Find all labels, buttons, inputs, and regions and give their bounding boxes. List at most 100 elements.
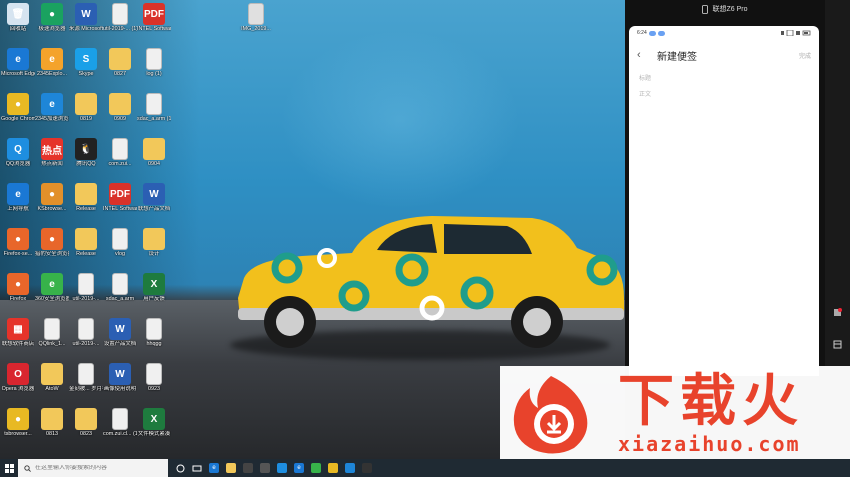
- file-icon: [112, 138, 128, 160]
- pdf-icon: PDF: [109, 183, 131, 205]
- desktop-icon[interactable]: 0909: [103, 93, 137, 122]
- desktop-icon[interactable]: 0813: [35, 408, 69, 437]
- desktop-icon[interactable]: S Skype: [69, 48, 103, 77]
- search-icon: [24, 464, 31, 472]
- desktop-icon-label: log (1): [146, 71, 162, 77]
- done-button[interactable]: 完成: [799, 51, 811, 60]
- notification-badge-icon[interactable]: [833, 308, 842, 317]
- desktop-icon[interactable]: com.zui...: [103, 138, 137, 167]
- status-icons: [781, 30, 811, 36]
- browser-icon: e: [41, 48, 63, 70]
- desktop-icon-label: tsbrowser...: [4, 431, 32, 437]
- desktop-icon-label: 联想产品文档: [137, 206, 171, 212]
- phone-screen[interactable]: 6:24 ‹ 新建便签 完成 标题 正文: [629, 26, 819, 376]
- news-icon: 热点: [41, 138, 63, 160]
- desktop-icon[interactable]: util-2019-...: [69, 273, 103, 302]
- chrome-taskbar-icon[interactable]: [328, 463, 338, 473]
- desktop-icon-label: vlog: [115, 251, 125, 257]
- desktop-icon-label: 文件模式紧凑: [137, 431, 171, 437]
- cortana-icon[interactable]: [176, 464, 185, 473]
- edge-icon: e: [7, 48, 29, 70]
- desktop-icon[interactable]: W 设置产品文档: [103, 318, 137, 347]
- desktop-icon[interactable]: 金刻被... 岁月神偷(3)...: [69, 363, 103, 392]
- mail-taskbar-icon[interactable]: [260, 463, 270, 473]
- desktop-icon[interactable]: 🐧 腾讯QQ: [69, 138, 103, 167]
- file-icon: [78, 318, 94, 340]
- desktop-icon[interactable]: e 上网导航: [1, 183, 35, 212]
- desktop-icon[interactable]: util-2019-...: [69, 318, 103, 347]
- desktop-icon[interactable]: AtoW: [35, 363, 69, 392]
- phone-status-bar: 6:24: [629, 26, 819, 40]
- desktop-icon[interactable]: 热点 热点新闻: [35, 138, 69, 167]
- desktop-icon[interactable]: e Microsoft Edge: [1, 48, 35, 77]
- desktop-icon-label: 0819: [80, 116, 92, 122]
- desktop-icon[interactable]: PDFINTEL Software...: [137, 3, 171, 32]
- browser-taskbar-icon[interactable]: [345, 463, 355, 473]
- desktop-icon[interactable]: ● Firefox: [1, 273, 35, 302]
- desktop-icon[interactable]: ● tsbrowser...: [1, 408, 35, 437]
- store-taskbar-icon[interactable]: [243, 463, 253, 473]
- desktop-icon[interactable]: sdac_a.arm (1): [137, 93, 171, 122]
- desktop-icon[interactable]: W 画像使用说明: [103, 363, 137, 392]
- folder-icon: [143, 138, 165, 160]
- qq-browser-taskbar-icon[interactable]: [277, 463, 287, 473]
- desktop-icon-label: 用户反馈: [143, 296, 165, 302]
- desktop-icon[interactable]: X 用户反馈: [137, 273, 171, 302]
- desktop-icon[interactable]: Release: [69, 183, 103, 212]
- desktop-icon[interactable]: ● 猎豹安全浏览器: [35, 228, 69, 257]
- qq-taskbar-icon[interactable]: [362, 463, 372, 473]
- chrome-icon: ●: [7, 93, 29, 115]
- task-view-icon[interactable]: [192, 464, 202, 473]
- desktop-icon[interactable]: ●Google Chrome: [1, 93, 35, 122]
- file-icon: [146, 318, 162, 340]
- desktop-icon[interactable]: log (1): [137, 48, 171, 77]
- explorer-taskbar-icon[interactable]: [226, 463, 236, 473]
- desktop-icon[interactable]: IMG_2019...: [239, 3, 273, 32]
- excel-icon: X: [143, 408, 165, 430]
- desktop-icon[interactable]: X 文件模式紧凑: [137, 408, 171, 437]
- desktop-icon[interactable]: ▦ 联想软件商店: [1, 318, 35, 347]
- desktop-icon[interactable]: e 360安全浏览器: [35, 273, 69, 302]
- browser-icon: e: [41, 273, 63, 295]
- window-icon[interactable]: [833, 340, 842, 349]
- edge-taskbar-icon[interactable]: e: [209, 463, 219, 473]
- desktop-icon[interactable]: 0904: [137, 138, 171, 167]
- desktop-icon[interactable]: W 联想产品文档: [137, 183, 171, 212]
- qq-icon: 🐧: [75, 138, 97, 160]
- desktop-icon[interactable]: sdac_a.arm: [103, 273, 137, 302]
- taskbar-search[interactable]: [18, 459, 168, 477]
- browser-icon: e: [41, 93, 63, 115]
- body-field[interactable]: 正文: [629, 89, 819, 98]
- desktop-icon[interactable]: 0923: [137, 363, 171, 392]
- desktop-icon[interactable]: util-2019-... (1): [103, 3, 137, 32]
- file-icon: [112, 408, 128, 430]
- title-field[interactable]: 标题: [629, 73, 819, 82]
- desktop-icon[interactable]: O Opera 浏览器: [1, 363, 35, 392]
- desktop-icon-label: Microsoft Edge: [1, 71, 35, 77]
- start-button[interactable]: [0, 459, 18, 477]
- desktop-icon[interactable]: 0823: [69, 408, 103, 437]
- desktop-icon[interactable]: ● KSbrowse...: [35, 183, 69, 212]
- desktop-icon[interactable]: 设计: [137, 228, 171, 257]
- desktop-icon[interactable]: 🗑 回收站: [1, 3, 35, 32]
- desktop-icon[interactable]: ● Firefox-se...: [1, 228, 35, 257]
- desktop-icon[interactable]: Release: [69, 228, 103, 257]
- desktop-icon[interactable]: ● 极速浏览器: [35, 3, 69, 32]
- desktop-icon[interactable]: hhqgg: [137, 318, 171, 347]
- desktop-icon-label: 回收站: [9, 26, 27, 32]
- desktop-icon[interactable]: PDFINTEL Software...: [103, 183, 137, 212]
- desktop-icon[interactable]: 0827: [103, 48, 137, 77]
- back-button[interactable]: ‹: [637, 49, 651, 61]
- desktop-icon[interactable]: e2345加速浏览器: [35, 93, 69, 122]
- desktop-icon[interactable]: QQlink_1...: [35, 318, 69, 347]
- search-input[interactable]: [35, 465, 155, 471]
- desktop-icon[interactable]: 0819: [69, 93, 103, 122]
- desktop-icon[interactable]: com.zui.cl... (1): [103, 408, 137, 437]
- desktop-icon[interactable]: W来源 Microsoft...: [69, 3, 103, 32]
- desktop-icon[interactable]: Q QQ浏览器: [1, 138, 35, 167]
- desktop-icon[interactable]: e 2345Explo...: [35, 48, 69, 77]
- ie-taskbar-icon[interactable]: e: [294, 463, 304, 473]
- desktop-icon-label: 猎豹安全浏览器: [35, 251, 69, 257]
- browser-taskbar-icon[interactable]: [311, 463, 321, 473]
- desktop-icon[interactable]: vlog: [103, 228, 137, 257]
